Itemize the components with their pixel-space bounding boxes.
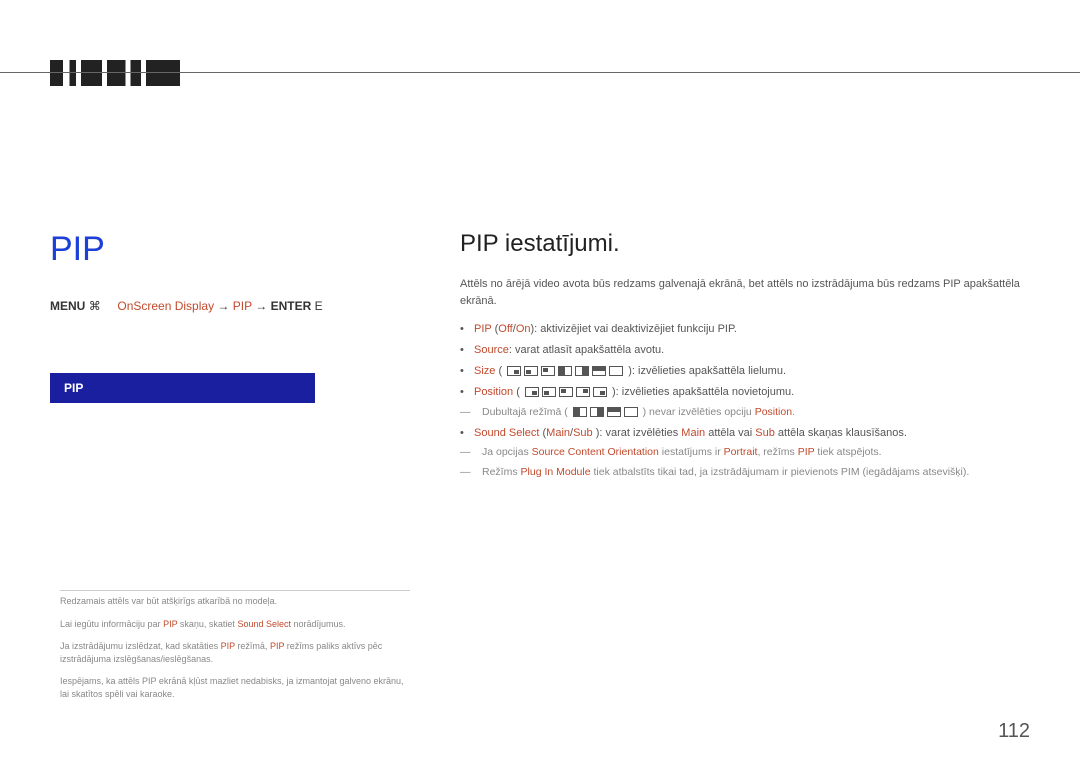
pip-pos-icon [593,387,607,397]
pip-size-icon [575,366,589,376]
pip-size-icon [573,407,587,417]
settings-list: PIP (Off/On): aktivizējiet vai deaktiviz… [460,319,1040,483]
footnote: Redzamais attēls var būt atšķirīgs atkar… [60,595,410,608]
footnote-rule [60,590,410,591]
pip-size-icon [507,366,521,376]
pip-menu-bar: PIP [50,373,315,403]
menu-label: MENU [50,299,85,313]
list-note: Ja opcijas Source Content Orientation ie… [460,443,1040,463]
pip-size-icon [624,407,638,417]
header-obscured-text [50,60,180,86]
arrow-icon: → [255,299,267,313]
header-rule [0,72,1080,73]
pip-pos-icon [542,387,556,397]
footnote: Iespējams, ka attēls PIP ekrānā kļūst ma… [60,675,410,700]
list-item: Source: varat atlasīt apakšattēla avotu. [460,340,1040,361]
position-icons [525,387,607,397]
menu-icon: ⌘ [89,299,101,313]
footnote: Ja izstrādājumu izslēdzat, kad skatāties… [60,640,410,665]
list-item: PIP (Off/On): aktivizējiet vai deaktiviz… [460,319,1040,340]
size-icons [507,366,623,376]
right-column: PIP iestatījumi. Attēls no ārējā video a… [460,230,1040,483]
pip-size-icon [609,366,623,376]
dual-mode-icons [573,407,638,417]
pip-size-icon [590,407,604,417]
list-item: Sound Select (Main/Sub ): varat izvēlēti… [460,423,1040,444]
pip-pos-icon [525,387,539,397]
arrow-icon: → [217,299,229,313]
right-title: PIP iestatījumi. [460,230,1040,258]
list-note: Režīms Plug In Module tiek atbalstīts ti… [460,463,1040,483]
pip-size-icon [592,366,606,376]
pip-size-icon [524,366,538,376]
pip-size-icon [558,366,572,376]
enter-icon: E [315,299,323,313]
pip-pos-icon [576,387,590,397]
intro-text: Attēls no ārējā video avota būs redzams … [460,276,1040,309]
menu-breadcrumb: MENU ⌘ OnScreen Display → PIP → ENTER E [50,299,390,313]
list-item: Size ( ): izvēlieties apakšattēla lielum… [460,361,1040,382]
page-number: 112 [998,720,1030,743]
list-item: Position ( ): izvēlieties apakšattēla no… [460,382,1040,403]
pip-size-icon [541,366,555,376]
footnotes: Redzamais attēls var būt atšķirīgs atkar… [60,595,410,711]
pip-pos-icon [559,387,573,397]
footnote: Lai iegūtu informāciju par PIP skaņu, sk… [60,618,410,631]
enter-label: ENTER [271,299,312,313]
left-column: PIP MENU ⌘ OnScreen Display → PIP → ENTE… [50,230,390,403]
pip-size-icon [607,407,621,417]
list-note: Dubultajā režīmā ( ) nevar izvēlēties op… [460,403,1040,423]
section-title: PIP [50,230,390,269]
breadcrumb-item: PIP [233,299,252,313]
breadcrumb-item: OnScreen Display [117,299,214,313]
